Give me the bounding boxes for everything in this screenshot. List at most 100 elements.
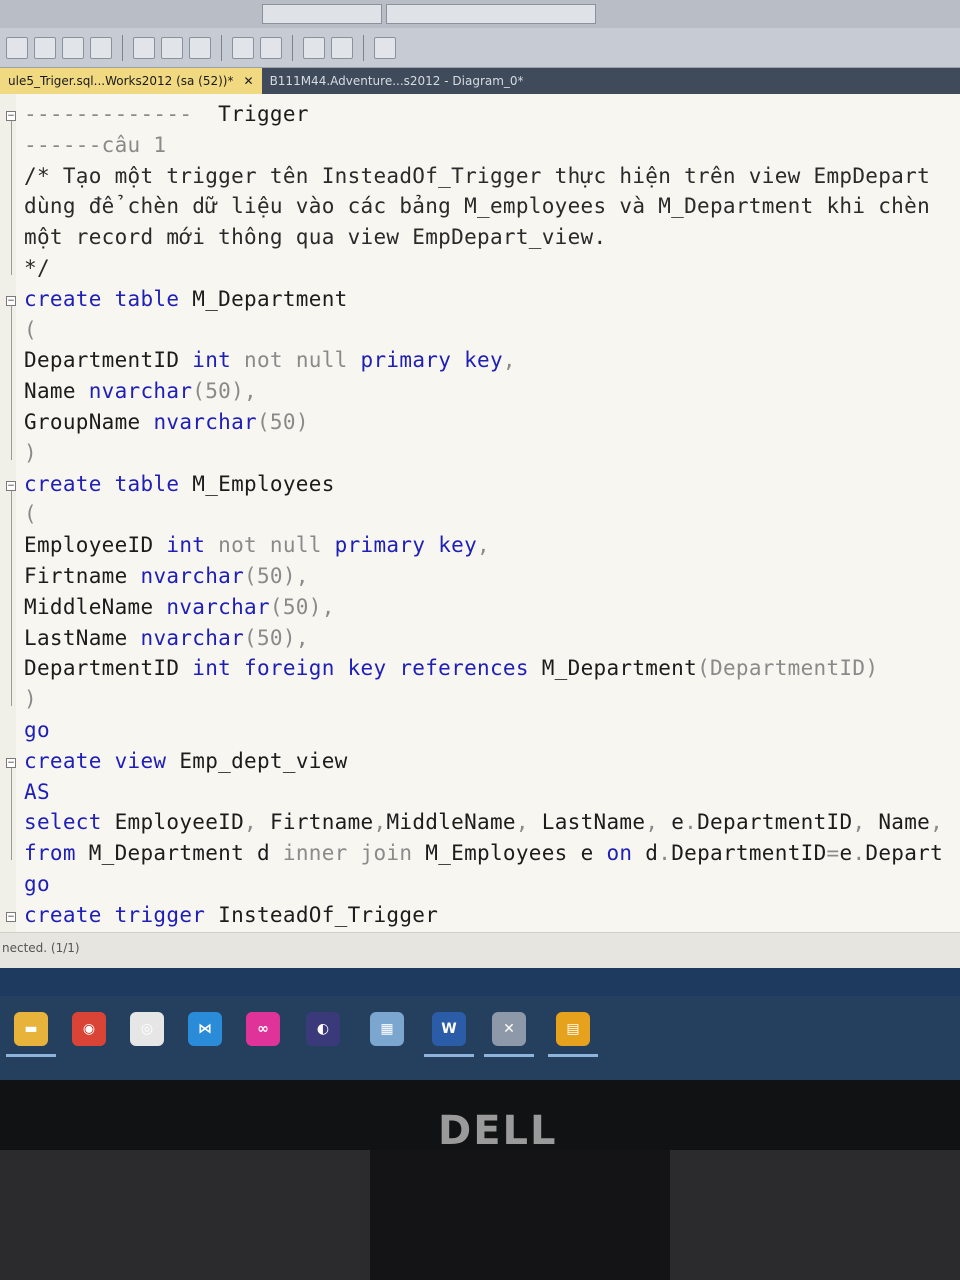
code-token: EmployeeID: [114, 810, 245, 835]
connection-dropdown[interactable]: [386, 4, 596, 24]
eclipse-icon[interactable]: ◐: [306, 1012, 340, 1046]
code-token: (50),: [244, 564, 309, 588]
close-icon[interactable]: ✕: [244, 74, 254, 88]
code-line[interactable]: DepartmentID int foreign key references …: [24, 656, 878, 680]
fold-toggle-icon[interactable]: −: [6, 757, 16, 768]
code-line[interactable]: /* Tạo một trigger tên InsteadOf_Trigger…: [24, 164, 930, 188]
execute-button[interactable]: [6, 36, 28, 59]
code-line[interactable]: dùng để chèn dữ liệu vào các bảng M_empl…: [24, 194, 930, 218]
code-token: ,: [244, 810, 270, 835]
code-token: nvarchar: [153, 410, 257, 434]
code-line[interactable]: DepartmentID int not null primary key,: [24, 348, 516, 372]
code-token: create table: [24, 286, 193, 311]
document-tab[interactable]: B111M44.Adventure...s2012 - Diagram_0*: [262, 68, 532, 94]
code-token: GroupName: [24, 410, 154, 434]
code-token: DepartmentID: [24, 348, 193, 373]
code-line[interactable]: (: [24, 502, 37, 526]
toolbar-bottom: [0, 28, 960, 68]
tab-label: B111M44.Adventure...s2012 - Diagram_0*: [269, 74, 524, 88]
indent-button[interactable]: [303, 36, 325, 59]
fold-guide: [11, 305, 12, 460]
code-line[interactable]: AS: [24, 780, 50, 804]
specify-values-button[interactable]: [374, 36, 396, 59]
code-line[interactable]: EmployeeID int not null primary key,: [24, 533, 490, 557]
chrome-icon[interactable]: ◉: [72, 1012, 106, 1046]
pdf-icon[interactable]: ▤: [556, 1012, 590, 1046]
code-token: not null: [244, 348, 361, 373]
code-token: ,: [373, 810, 387, 835]
fold-guide: [11, 121, 12, 275]
results-grid-button[interactable]: [133, 36, 155, 59]
code-line[interactable]: một record mới thông qua view EmpDepart_…: [24, 225, 606, 249]
display-plan-button[interactable]: [90, 36, 112, 59]
fold-guide: [11, 767, 12, 861]
code-line[interactable]: ------------- Trigger: [24, 102, 309, 126]
outdent-button[interactable]: [331, 36, 353, 59]
network-app-icon[interactable]: ◎: [130, 1012, 164, 1046]
code-line[interactable]: Name nvarchar(50),: [24, 379, 257, 403]
sql-editor[interactable]: − − − − − ------------- Trigger ------câu 1 /*…: [0, 94, 960, 932]
editor-gutter: − − − − −: [0, 94, 16, 932]
ssms-icon[interactable]: ▦: [370, 1012, 404, 1046]
fold-guide: [11, 490, 12, 707]
code-line[interactable]: */: [24, 256, 50, 280]
database-dropdown[interactable]: [262, 4, 382, 24]
uncomment-button[interactable]: [260, 36, 282, 59]
code-line[interactable]: go: [24, 872, 50, 896]
file-explorer-icon[interactable]: ▬: [14, 1012, 48, 1046]
flickr-like-icon[interactable]: ∞: [246, 1012, 280, 1046]
code-token: M_Employees: [192, 471, 335, 496]
document-tab[interactable]: ule5_Triger.sql...Works2012 (sa (52))* ✕: [0, 68, 262, 94]
code-line[interactable]: LastName nvarchar(50),: [24, 626, 309, 650]
code-token: M_Department: [192, 286, 348, 311]
comment-button[interactable]: [232, 36, 254, 59]
code-line[interactable]: from M_Department d inner join M_Employe…: [24, 841, 943, 865]
code-line[interactable]: create table M_Department: [24, 287, 348, 311]
code-token: MiddleName: [24, 594, 167, 619]
toolbar-separator: [363, 34, 364, 61]
code-line[interactable]: create view Emp_dept_view: [24, 749, 348, 773]
code-line[interactable]: ): [24, 687, 37, 711]
code-line[interactable]: create trigger InsteadOf_Trigger: [24, 903, 438, 927]
code-token: select: [24, 810, 115, 835]
code-token: ,: [645, 810, 672, 835]
tab-label: ule5_Triger.sql...Works2012 (sa (52))*: [8, 74, 234, 88]
toolbar-separator: [221, 34, 222, 61]
code-token: ,: [477, 533, 490, 558]
fold-toggle-icon[interactable]: −: [6, 480, 16, 491]
debug-button[interactable]: [34, 36, 56, 59]
code-token: (50),: [192, 379, 257, 404]
code-token: LastName: [24, 625, 141, 650]
code-line[interactable]: go: [24, 718, 50, 742]
fold-toggle-icon[interactable]: −: [6, 911, 16, 922]
tools-icon[interactable]: ✕: [492, 1012, 526, 1046]
code-token: e: [671, 810, 685, 835]
fold-toggle-icon[interactable]: −: [6, 111, 16, 121]
code-token: EmployeeID: [24, 533, 167, 558]
code-token: create view: [24, 748, 180, 773]
code-token: from: [24, 841, 89, 866]
code-token: d: [645, 841, 659, 866]
code-token: ,: [852, 810, 879, 835]
code-token: DepartmentID: [697, 810, 853, 835]
code-token: LastName: [541, 810, 646, 835]
code-line[interactable]: GroupName nvarchar(50): [24, 410, 309, 434]
code-line[interactable]: ------câu 1: [24, 133, 166, 157]
code-line[interactable]: ): [24, 441, 37, 465]
code-line[interactable]: (: [24, 318, 37, 342]
parse-button[interactable]: [62, 36, 84, 59]
fold-toggle-icon[interactable]: −: [6, 295, 16, 306]
code-token: Name: [24, 379, 89, 404]
code-token: -------------: [24, 102, 219, 126]
word-icon[interactable]: W: [432, 1012, 466, 1046]
code-token: inner join: [282, 841, 426, 866]
code-token: ,: [502, 348, 516, 373]
code-line[interactable]: select EmployeeID, Firtname,MiddleName, …: [24, 810, 943, 834]
code-line[interactable]: Firtname nvarchar(50),: [24, 564, 309, 588]
code-line[interactable]: MiddleName nvarchar(50),: [24, 595, 335, 619]
results-text-button[interactable]: [161, 36, 183, 59]
code-line[interactable]: create table M_Employees: [24, 472, 335, 496]
code-token: dùng để chèn dữ liệu vào các bảng M_empl…: [24, 194, 931, 219]
vscode-icon[interactable]: ⋈: [188, 1012, 222, 1046]
results-file-button[interactable]: [189, 36, 211, 59]
